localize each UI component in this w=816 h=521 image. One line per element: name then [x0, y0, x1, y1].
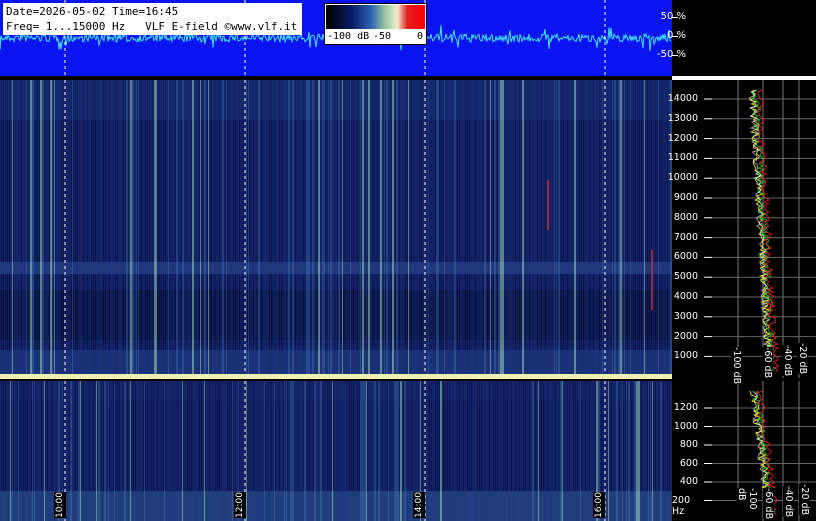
db-label-100-zoom: -100 dB — [736, 488, 758, 521]
spectrogram-zoom — [0, 381, 672, 521]
freq-label: 5000 — [673, 271, 698, 283]
freq-label: 14000 — [667, 93, 698, 104]
db-label-60-main: -60 dB — [762, 347, 773, 379]
db-label-40-main: -40 dB — [782, 345, 793, 377]
colorbar-label-max: 0 — [417, 31, 424, 42]
freq-label: 1000 — [673, 420, 698, 432]
time-label-1600: 16:00 — [593, 492, 605, 518]
freq-label: 11000 — [667, 152, 698, 164]
info-box: Date=2026-05-02 Time=16:45 Freq= 1...150… — [3, 3, 303, 35]
info-line2: Freq= 1...15000 Hz VLF E-field ©www.vlf.… — [6, 20, 298, 33]
amplitude-tick — [672, 55, 678, 56]
freq-label: 7000 — [673, 231, 698, 243]
amplitude-tick — [672, 17, 678, 18]
freq-label: 200 Hz — [672, 494, 691, 517]
freq-label: 1000 — [673, 350, 698, 362]
freq-label: 4000 — [673, 291, 698, 302]
freq-label: 8000 — [673, 211, 698, 223]
info-line1: Date=2026-05-02 Time=16:45 — [6, 5, 179, 18]
time-label-1000: 10:00 — [54, 492, 66, 518]
freq-label: 13000 — [667, 112, 698, 124]
spectrogram-zoom-image — [0, 381, 672, 521]
colorbar-label-mid: -50 — [373, 31, 392, 42]
freq-label: 1200 — [673, 402, 698, 413]
waveform-panel: Date=2026-05-02 Time=16:45 Freq= 1...150… — [0, 0, 672, 76]
amplitude-tick — [672, 36, 678, 37]
freq-label: 3000 — [673, 310, 698, 322]
db-label-40-zoom: -40 dB — [783, 486, 794, 518]
db-label-20-zoom: -20 dB — [799, 484, 810, 516]
db-label-20-main: -20 dB — [797, 343, 808, 375]
colorbar-gradient — [326, 5, 425, 29]
db-label-100-main: -100 dB — [731, 347, 742, 385]
time-label-1200: 12:00 — [234, 492, 246, 518]
time-label-1400: 14:00 — [413, 492, 425, 518]
db-label-60-zoom: -60 dB — [763, 488, 774, 520]
freq-label: 12000 — [667, 132, 698, 144]
freq-label: 6000 — [673, 251, 698, 263]
freq-label: 800 — [679, 439, 698, 450]
spectrogram-separator — [0, 374, 672, 379]
spectrogram-main-image — [0, 80, 672, 376]
frequency-axis-main: 14000 13000 12000 11000 10000 9000 8000 7000 600… — [668, 80, 816, 378]
colorbar-label-min: -100 dB — [327, 31, 370, 42]
spectrogram-main — [0, 80, 672, 376]
colorbar-legend: -100 dB -50 0 — [324, 3, 427, 45]
freq-label: 9000 — [673, 192, 698, 203]
freq-label: 10000 — [667, 172, 698, 184]
freq-label: 600 — [679, 457, 698, 469]
freq-label: 2000 — [673, 330, 698, 342]
freq-label: 400 — [679, 476, 698, 487]
